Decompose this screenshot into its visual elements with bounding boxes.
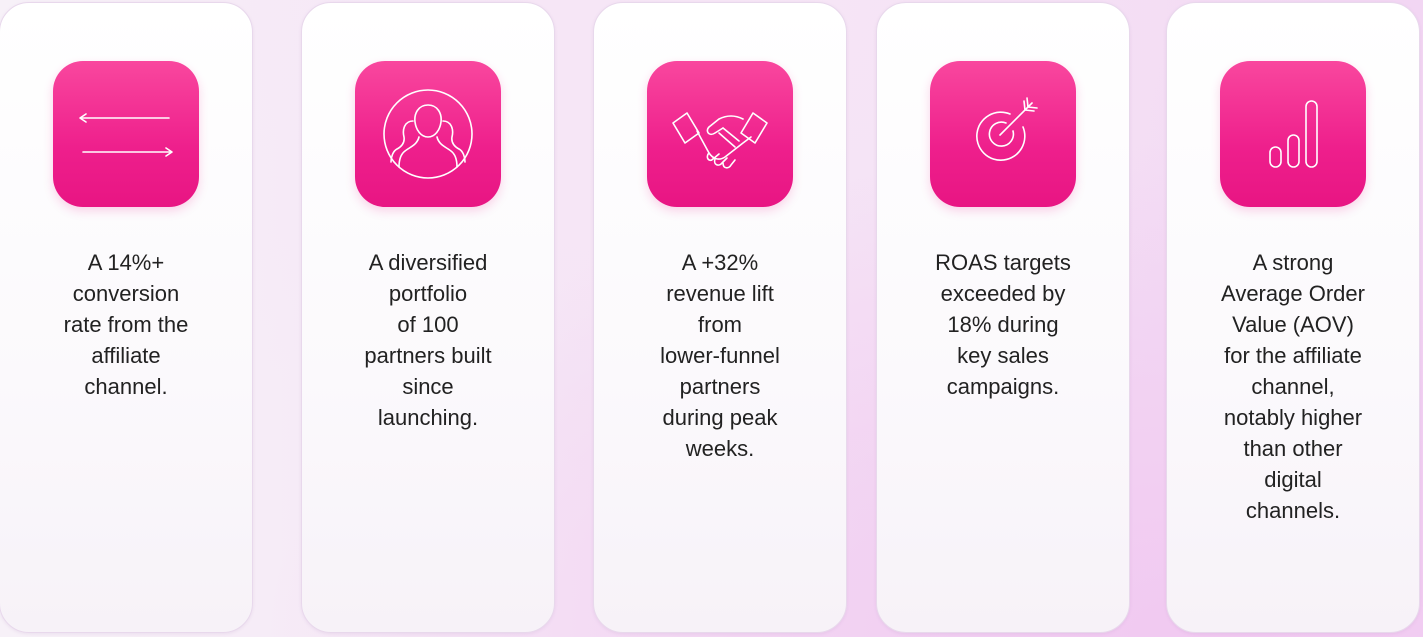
stat-text: A diversified portfolio of 100 partners … (364, 247, 491, 433)
stat-line: during peak (662, 405, 778, 430)
stat-line: campaigns. (946, 374, 1060, 399)
arrows-exchange-icon (53, 61, 199, 207)
stat-line: Average Order (1221, 281, 1365, 306)
stat-card-roas: ROAS targets exceeded by 18% during key … (876, 2, 1130, 633)
stat-line: digital (1264, 467, 1322, 492)
stat-line: since (402, 374, 454, 399)
stat-line: key sales (957, 343, 1049, 368)
stat-card-conversion: A 14%+ conversion rate from the affiliat… (0, 2, 253, 633)
people-group-icon (355, 61, 501, 207)
stat-line: channels. (1245, 498, 1341, 523)
stat-card-aov: A strong Average Order Value (AOV) for t… (1166, 2, 1420, 633)
stat-line: A 14%+ (87, 250, 165, 275)
bar-chart-icon (1220, 61, 1366, 207)
stat-card-revenue-lift: A +32% revenue lift from lower-funnel pa… (593, 2, 847, 633)
stat-line: partners (679, 374, 761, 399)
stat-line: channel. (84, 374, 168, 399)
stat-line: of 100 (397, 312, 459, 337)
stat-text: A +32% revenue lift from lower-funnel pa… (660, 247, 780, 464)
stat-line: notably higher (1223, 405, 1363, 430)
stat-line: affiliate (91, 343, 161, 368)
stat-line: rate from the (63, 312, 189, 337)
stat-line: than other (1243, 436, 1343, 461)
stat-card-partners: A diversified portfolio of 100 partners … (301, 2, 555, 633)
stat-line: revenue lift (666, 281, 774, 306)
stat-line: channel, (1251, 374, 1335, 399)
stat-line: A diversified (368, 250, 488, 275)
stat-line: A strong (1252, 250, 1334, 275)
stat-line: lower-funnel (660, 343, 780, 368)
stat-line: Value (AOV) (1232, 312, 1354, 337)
stat-line: for the affiliate (1224, 343, 1362, 368)
stat-text: A strong Average Order Value (AOV) for t… (1221, 247, 1365, 526)
stat-line: from (698, 312, 742, 337)
stat-line: A +32% (681, 250, 759, 275)
stat-line: ROAS targets (935, 250, 1071, 275)
stat-text: ROAS targets exceeded by 18% during key … (935, 247, 1071, 402)
stat-line: conversion (72, 281, 180, 306)
stat-line: weeks. (685, 436, 755, 461)
stat-line: portfolio (388, 281, 468, 306)
stat-line: partners built (364, 343, 492, 368)
stat-line: exceeded by (940, 281, 1066, 306)
stat-line: launching. (377, 405, 479, 430)
target-arrow-icon (930, 61, 1076, 207)
stat-text: A 14%+ conversion rate from the affiliat… (64, 247, 189, 402)
handshake-icon (647, 61, 793, 207)
stat-line: 18% during (947, 312, 1059, 337)
